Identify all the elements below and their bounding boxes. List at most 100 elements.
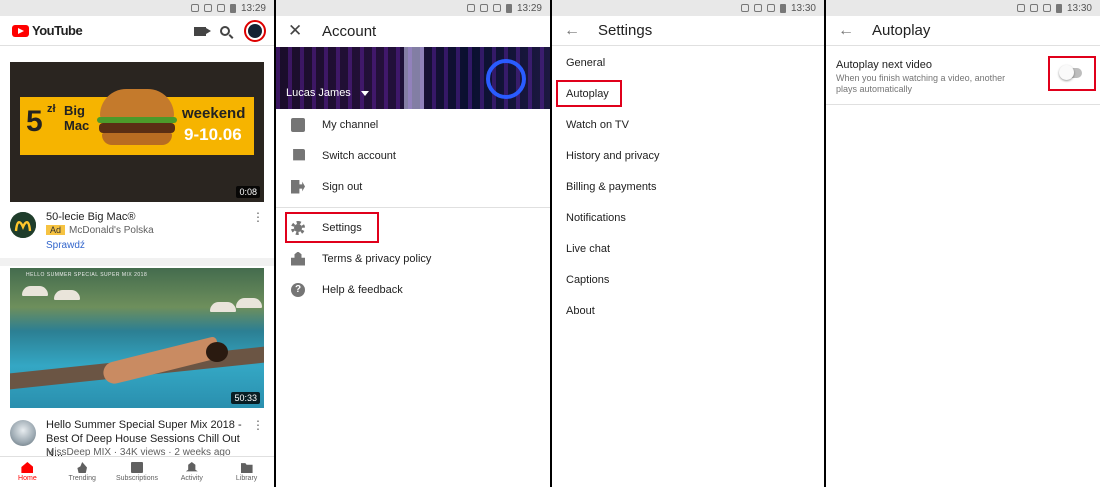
menu-item-terms[interactable]: Terms & privacy policy [276,243,550,274]
menu-label: Sign out [322,180,363,193]
status-bar: 13:30 [826,0,1100,16]
activity-icon [185,462,198,472]
signal-icon [216,4,225,12]
video-meta: Ad McDonald's Polska [46,225,154,236]
account-app-bar: ✕ Account [276,16,550,46]
menu-label: Switch account [322,149,396,162]
nav-activity[interactable]: Activity [164,457,219,487]
ad-badge: Ad [46,225,66,235]
menu-item-help[interactable]: ? Help & feedback [276,274,550,305]
battery-icon [1055,3,1062,13]
nav-label: Trending [68,475,96,482]
vibrate-icon [740,4,749,12]
youtube-play-icon [12,24,29,37]
settings-item-captions[interactable]: Captions [566,274,609,286]
thumb-overlay-text: HELLO SUMMER SPECIAL SUPER MIX 2018 [26,272,148,278]
bigmac-banner: 5 zł Big Mac weekend 9-10.06 [20,89,254,155]
settings-item-watch-on-tv[interactable]: Watch on TV [566,119,629,131]
account-avatar-button[interactable] [244,20,266,42]
camera-icon[interactable] [194,26,211,36]
missdeep-channel-avatar[interactable] [10,420,36,446]
alarm-icon [1029,4,1038,12]
menu-item-sign-out[interactable]: Sign out [276,171,550,202]
cta-link[interactable]: Sprawdź [46,240,85,251]
account-banner[interactable]: Lucas James [276,47,550,109]
close-icon[interactable]: ✕ [288,21,310,41]
status-time: 13:30 [1066,2,1092,14]
battery-icon [505,3,512,13]
video-thumbnail-bigmac[interactable]: 5 zł Big Mac weekend 9-10.06 0:08 [10,62,264,202]
channel-name: McDonald's Polska [69,225,154,236]
feed-divider [0,258,274,266]
banner-five: 5 [26,105,43,138]
page-title: Autoplay [872,22,931,39]
status-time: 13:29 [240,2,266,14]
vibrate-icon [466,4,475,12]
signal-icon [492,4,501,12]
lock-icon [291,251,305,266]
nav-trending[interactable]: Trending [55,457,110,487]
signal-icon [766,4,775,12]
alarm-icon [753,4,762,12]
menu-item-switch-account[interactable]: Switch account [276,140,550,171]
settings-item-history-privacy[interactable]: History and privacy [566,150,660,162]
account-name: Lucas James [286,87,369,99]
back-arrow-icon[interactable]: ← [838,22,860,40]
highlight-box-autoplay [556,80,622,107]
switch-account-icon [293,148,305,161]
battery-icon [779,3,786,13]
menu-label: Terms & privacy policy [322,252,432,265]
menu-label: My channel [322,118,379,131]
nav-label: Activity [180,475,203,482]
burger-image [96,81,178,155]
youtube-logo[interactable]: YouTube [12,23,83,38]
person-icon [291,117,305,132]
banner-mac: Mac [64,118,90,133]
nav-subscriptions[interactable]: Subscriptions [110,457,165,487]
setting-description: When you finish watching a video, anothe… [836,73,1006,94]
status-time: 13:29 [516,2,542,14]
autoplay-app-bar: ← Autoplay [826,16,1100,46]
settings-item-notifications[interactable]: Notifications [566,212,626,224]
youtube-logo-text: YouTube [32,23,83,38]
home-app-bar: YouTube [0,16,274,46]
signal-icon [1042,4,1051,12]
page-title: Account [322,22,377,40]
dropdown-caret-icon [360,90,369,96]
account-name-text: Lucas James [286,87,351,99]
subscriptions-icon [130,462,143,473]
video-thumbnail-summer-mix[interactable]: HELLO SUMMER SPECIAL SUPER MIX 2018 50:3… [10,268,264,408]
nav-library[interactable]: Library [219,457,274,487]
sign-out-icon [291,179,305,194]
setting-title: Autoplay next video [836,59,933,71]
status-bar: 13:29 [0,0,274,16]
highlight-box-settings [285,212,379,243]
banner-big: Big [64,103,85,118]
back-arrow-icon[interactable]: ← [564,22,586,40]
banner-weekend: weekend [182,105,246,122]
nav-label: Home [18,475,37,482]
search-icon[interactable] [220,26,230,36]
video-title[interactable]: 50-lecie Big Mac® [46,210,246,224]
more-vert-icon[interactable]: ⋮ [252,210,264,224]
settings-item-billing[interactable]: Billing & payments [566,181,657,193]
trending-icon [77,462,87,473]
nav-home[interactable]: Home [0,457,55,487]
mcdonalds-channel-avatar[interactable] [10,212,36,238]
library-icon [240,463,253,473]
battery-icon [229,3,236,13]
menu-divider [276,207,550,208]
settings-item-about[interactable]: About [566,305,595,317]
nav-label: Library [235,475,258,482]
status-bar: 13:29 [276,0,550,16]
more-vert-icon[interactable]: ⋮ [252,418,264,432]
highlight-box-toggle [1048,56,1096,91]
autoplay-panel: 13:30 ← Autoplay Autoplay next video Whe… [826,0,1100,487]
settings-item-live-chat[interactable]: Live chat [566,243,610,255]
settings-item-general[interactable]: General [566,57,605,69]
menu-item-my-channel[interactable]: My channel [276,109,550,140]
status-bar: 13:30 [552,0,824,16]
vibrate-icon [190,4,199,12]
avatar [248,24,262,38]
help-icon: ? [291,282,305,297]
